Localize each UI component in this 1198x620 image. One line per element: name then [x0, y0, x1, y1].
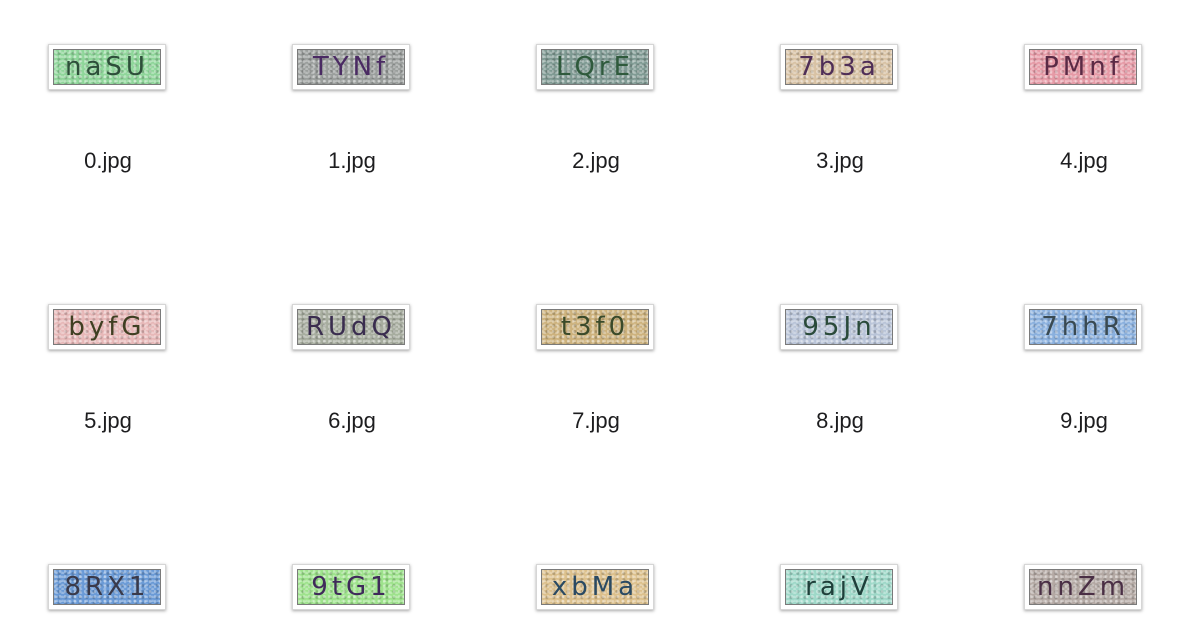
file-thumbnail: RUdQ: [292, 304, 410, 350]
file-item[interactable]: rajV: [750, 564, 930, 620]
file-thumbnail: 95Jn: [780, 304, 898, 350]
captcha-text: 95Jn: [802, 312, 876, 342]
captcha-text: TYNf: [312, 52, 390, 82]
file-name: 4.jpg: [1060, 148, 1108, 173]
captcha-image: 8RX1: [53, 569, 161, 605]
captcha-image: 9tG1: [297, 569, 405, 605]
captcha-image: 7b3a: [785, 49, 893, 85]
file-name: 8.jpg: [816, 408, 864, 433]
file-thumbnail: 8RX1: [48, 564, 166, 610]
file-name: 1.jpg: [328, 148, 376, 173]
file-item[interactable]: naSU 0.jpg: [18, 44, 198, 244]
captcha-image: TYNf: [297, 49, 405, 85]
file-thumbnail: byfG: [48, 304, 166, 350]
captcha-image: rajV: [785, 569, 893, 605]
captcha-text: nnZm: [1036, 572, 1130, 602]
file-item[interactable]: nnZm: [994, 564, 1174, 620]
file-thumbnail: rajV: [780, 564, 898, 610]
captcha-text: t3f0: [560, 312, 630, 342]
file-thumbnail: xbMa: [536, 564, 654, 610]
file-item[interactable]: 8RX1: [18, 564, 198, 620]
captcha-text: RUdQ: [305, 312, 397, 342]
file-thumbnail: nnZm: [1024, 564, 1142, 610]
captcha-text: naSU: [65, 52, 149, 82]
file-thumbnail: TYNf: [292, 44, 410, 90]
captcha-text: LQrE: [555, 52, 635, 82]
file-item[interactable]: LQrE 2.jpg: [506, 44, 686, 244]
file-name: 9.jpg: [1060, 408, 1108, 433]
file-item[interactable]: xbMa: [506, 564, 686, 620]
file-item[interactable]: byfG 5.jpg: [18, 304, 198, 504]
file-thumbnail: LQrE: [536, 44, 654, 90]
captcha-image: naSU: [53, 49, 161, 85]
file-item[interactable]: RUdQ 6.jpg: [262, 304, 442, 504]
file-name: 0.jpg: [84, 148, 132, 173]
file-thumbnail: PMnf: [1024, 44, 1142, 90]
file-item[interactable]: PMnf 4.jpg: [994, 44, 1174, 244]
file-item[interactable]: 7b3a 3.jpg: [750, 44, 930, 244]
captcha-text: 9tG1: [311, 572, 391, 602]
file-icon-grid: naSU 0.jpg TYNf 1.jpg LQrE 2.jpg 7b3a 3.…: [0, 0, 1198, 620]
captcha-image: xbMa: [541, 569, 649, 605]
file-name: 7.jpg: [572, 408, 620, 433]
file-name: 5.jpg: [84, 408, 132, 433]
captcha-image: 7hhR: [1029, 309, 1137, 345]
file-name: 6.jpg: [328, 408, 376, 433]
file-name: 3.jpg: [816, 148, 864, 173]
file-item[interactable]: TYNf 1.jpg: [262, 44, 442, 244]
captcha-text: 8RX1: [64, 572, 150, 602]
captcha-image: PMnf: [1029, 49, 1137, 85]
captcha-text: 7hhR: [1041, 312, 1125, 342]
file-name: 2.jpg: [572, 148, 620, 173]
captcha-image: 95Jn: [785, 309, 893, 345]
captcha-text: rajV: [805, 572, 873, 602]
captcha-text: PMnf: [1043, 52, 1123, 82]
file-item[interactable]: t3f0 7.jpg: [506, 304, 686, 504]
file-thumbnail: naSU: [48, 44, 166, 90]
file-item[interactable]: 95Jn 8.jpg: [750, 304, 930, 504]
file-thumbnail: 7b3a: [780, 44, 898, 90]
captcha-text: byfG: [68, 312, 146, 342]
captcha-image: LQrE: [541, 49, 649, 85]
captcha-text: 7b3a: [798, 52, 880, 82]
captcha-image: nnZm: [1029, 569, 1137, 605]
file-item[interactable]: 9tG1: [262, 564, 442, 620]
captcha-image: byfG: [53, 309, 161, 345]
file-item[interactable]: 7hhR 9.jpg: [994, 304, 1174, 504]
file-thumbnail: 7hhR: [1024, 304, 1142, 350]
file-thumbnail: t3f0: [536, 304, 654, 350]
captcha-image: RUdQ: [297, 309, 405, 345]
captcha-image: t3f0: [541, 309, 649, 345]
captcha-text: xbMa: [551, 572, 639, 602]
file-thumbnail: 9tG1: [292, 564, 410, 610]
